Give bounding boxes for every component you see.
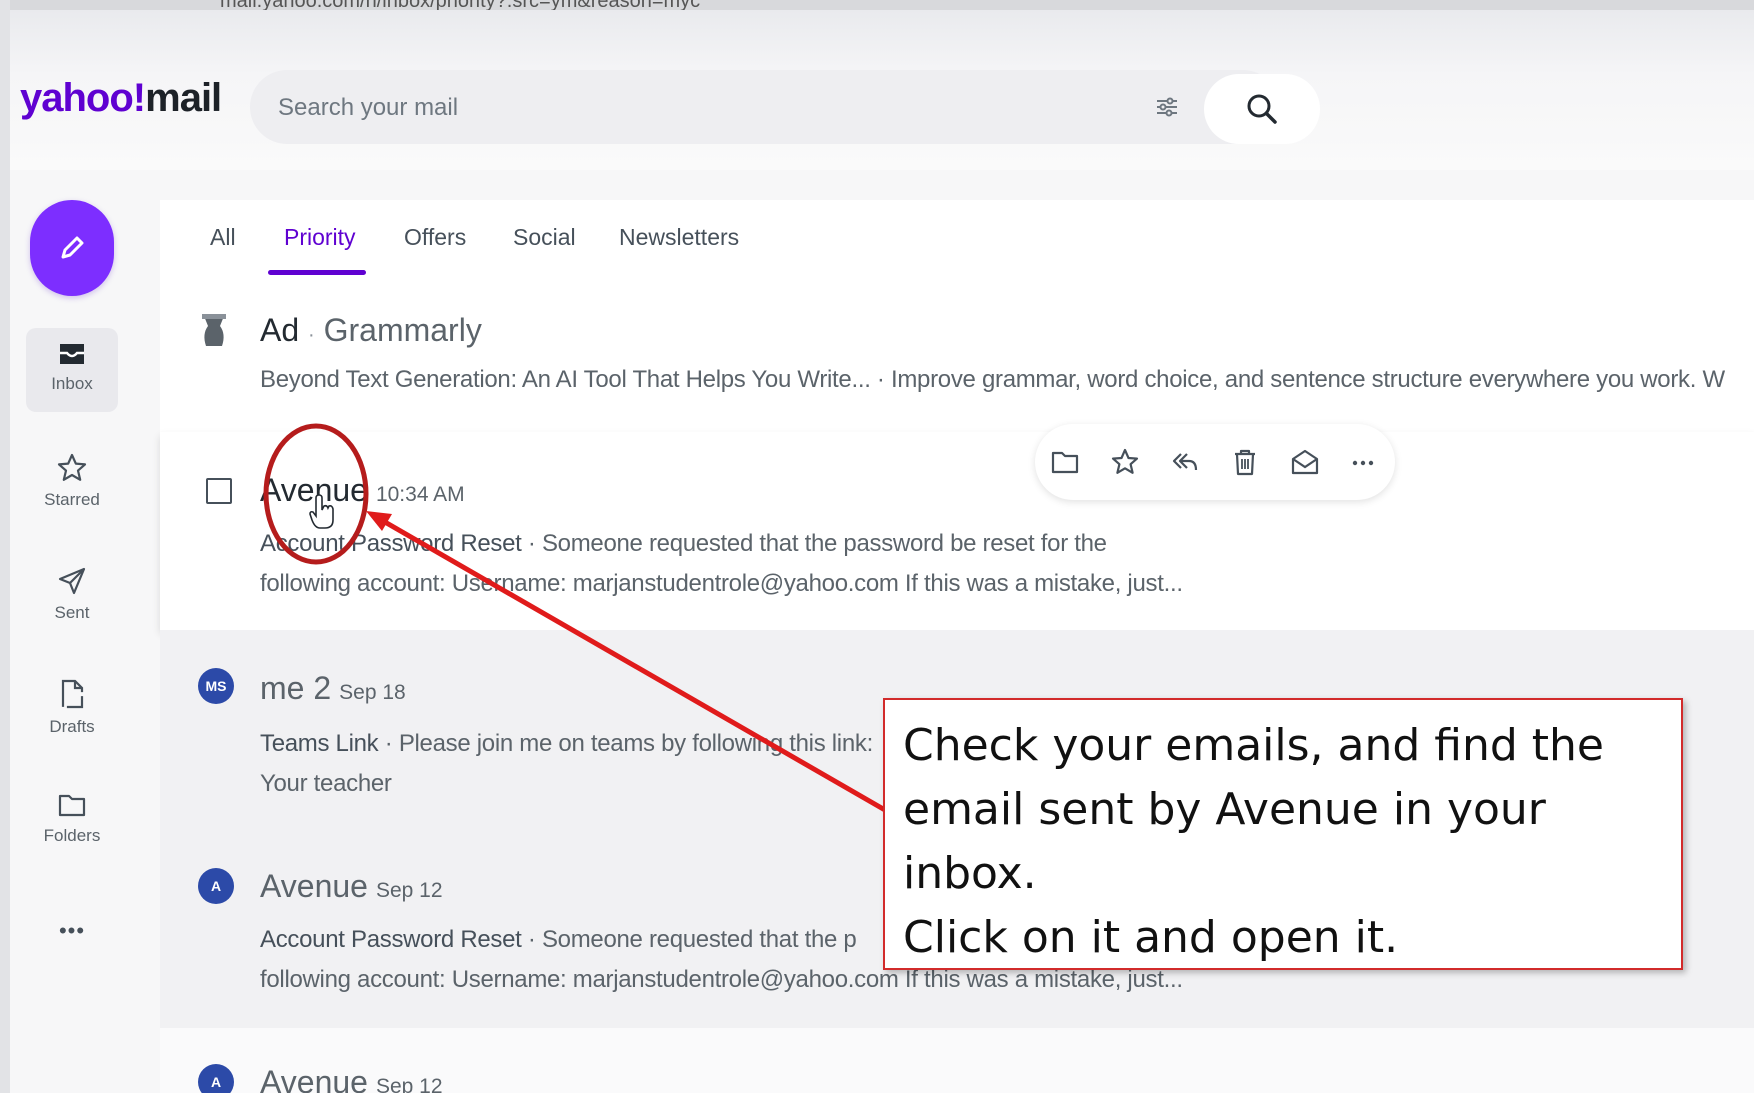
mail-window: mail.yahoo.com/n/inbox/priority?.src=ym&… [0, 0, 1754, 1093]
callout-line: inbox. [903, 848, 1037, 899]
instruction-callout: Check your emails, and find the email se… [883, 698, 1683, 970]
pointer-arrow-line [376, 515, 887, 813]
callout-line: email sent by Avenue in your [903, 784, 1546, 835]
callout-line: Click on it and open it. [903, 912, 1399, 963]
highlight-circle [263, 423, 369, 565]
callout-line: Check your emails, and find the [903, 720, 1604, 771]
